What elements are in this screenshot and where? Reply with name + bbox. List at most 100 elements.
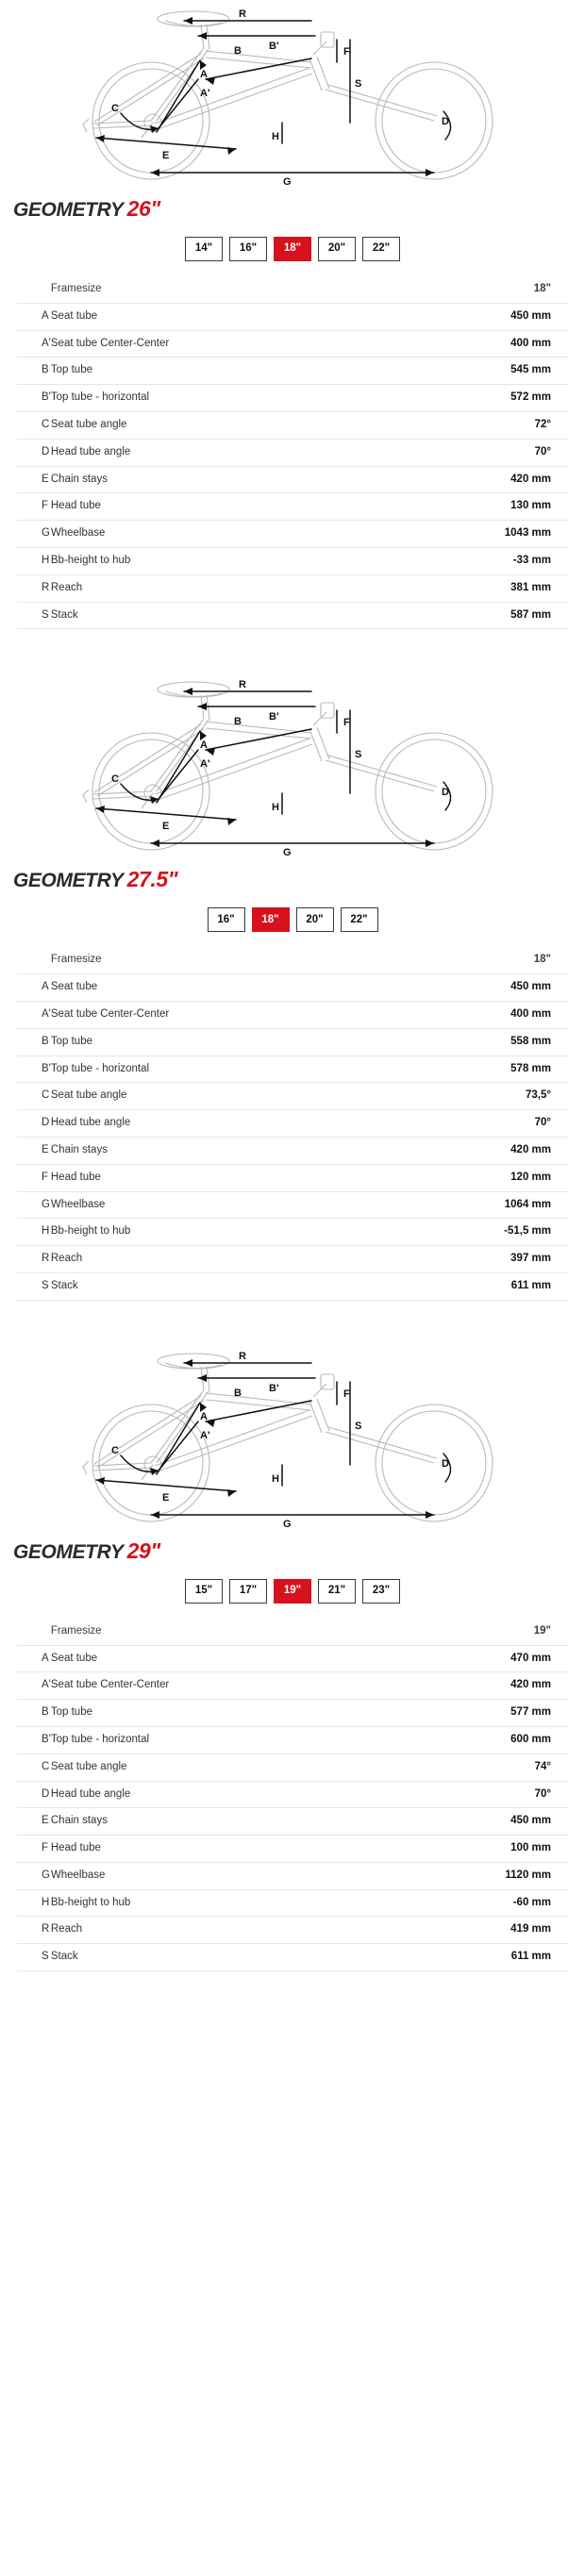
row-value: -60 mm xyxy=(388,1889,568,1918)
row-key: H xyxy=(17,547,51,575)
row-value: 397 mm xyxy=(386,1245,568,1273)
row-value: 450 mm xyxy=(388,1807,568,1836)
geometry-table: Framesize 18" A Seat tube 450 mm A' Seat tube … xyxy=(17,947,568,1301)
row-label: Seat tube xyxy=(50,973,387,1002)
framesize-button[interactable]: 21" xyxy=(318,1578,356,1604)
row-key: R xyxy=(17,1245,51,1273)
framesize-selector: 15" 17" 19" 21" 23" xyxy=(0,1577,585,1619)
row-value: 578 mm xyxy=(386,1055,568,1084)
row-label: Seat tube angle xyxy=(50,1753,389,1782)
table-row: R Reach 381 mm xyxy=(17,574,568,603)
header-label: Framesize xyxy=(50,947,387,975)
row-label: Head tube angle xyxy=(50,439,388,467)
row-label: Seat tube Center-Center xyxy=(50,330,388,358)
row-value: 1064 mm xyxy=(386,1191,568,1220)
diagram-label-H: H xyxy=(272,802,279,813)
row-label: Head tube angle xyxy=(50,1781,389,1809)
framesize-selector: 16" 18" 20" 22" xyxy=(0,906,585,947)
row-value: 611 mm xyxy=(386,1272,568,1301)
row-label: Wheelbase xyxy=(50,1191,387,1220)
framesize-button[interactable]: 22" xyxy=(362,237,400,261)
diagram-label-B-prime: B' xyxy=(269,1383,279,1394)
row-key: C xyxy=(17,411,51,440)
diagram-label-S: S xyxy=(355,749,361,760)
table-row: S Stack 611 mm xyxy=(17,1272,568,1301)
diagram-label-B-prime: B' xyxy=(269,41,279,52)
row-key: B' xyxy=(17,384,51,412)
table-row: B Top tube 545 mm xyxy=(17,357,568,386)
framesize-selector: 14" 16" 18" 20" 22" xyxy=(0,235,585,276)
diagram-label-A-prime: A' xyxy=(200,88,210,99)
table-row: A' Seat tube Center-Center 420 mm xyxy=(17,1671,568,1701)
diagram-label-D: D xyxy=(442,116,449,127)
framesize-button[interactable]: 18" xyxy=(274,237,311,261)
table-row: E Chain stays 450 mm xyxy=(17,1807,568,1836)
table-row: D Head tube angle 70° xyxy=(17,439,568,467)
row-value: 558 mm xyxy=(386,1028,568,1056)
diagram-label-B: B xyxy=(234,1388,242,1399)
framesize-button[interactable]: 23" xyxy=(362,1578,400,1604)
framesize-button[interactable]: 20" xyxy=(318,237,356,261)
header-value: 18" xyxy=(387,276,568,304)
framesize-button[interactable]: 16" xyxy=(229,237,267,261)
table-row: C Seat tube angle 73,5° xyxy=(17,1082,568,1111)
framesize-button[interactable]: 14" xyxy=(185,237,223,261)
row-key: F xyxy=(17,1164,51,1192)
heading-geometry-word: GEOMETRY xyxy=(13,199,124,221)
framesize-button[interactable]: 19" xyxy=(274,1578,311,1604)
row-key: F xyxy=(17,1835,51,1863)
heading-wheel-size: 26" xyxy=(126,196,161,221)
row-key: S xyxy=(17,602,51,630)
table-row: R Reach 419 mm xyxy=(17,1916,568,1945)
table-header-row: Framesize 19" xyxy=(17,1618,568,1646)
framesize-button[interactable]: 22" xyxy=(340,907,378,933)
framesize-button[interactable]: 20" xyxy=(295,907,334,933)
row-value: -33 mm xyxy=(387,547,568,575)
row-key: A xyxy=(17,1645,51,1673)
table-row: D Head tube angle 70° xyxy=(17,1781,568,1809)
diagram-label-A-prime: A' xyxy=(200,758,210,770)
row-key: D xyxy=(17,1109,51,1138)
row-label: Head tube angle xyxy=(50,1109,387,1138)
table-row: B' Top tube - horizontal 600 mm xyxy=(17,1726,568,1754)
row-value: 450 mm xyxy=(387,303,568,331)
row-value: 100 mm xyxy=(388,1835,568,1863)
row-value: 545 mm xyxy=(387,357,568,386)
row-label: Stack xyxy=(50,1272,387,1301)
framesize-button[interactable]: 15" xyxy=(185,1578,223,1604)
table-row: C Seat tube angle 74° xyxy=(17,1753,568,1782)
row-value: 600 mm xyxy=(388,1726,568,1754)
geometry-section: R B' B A A' C D E F H G S GEOMETRY 26" 14… xyxy=(0,0,585,671)
row-label: Reach xyxy=(50,574,388,603)
row-key: C xyxy=(17,1082,51,1111)
row-key: A' xyxy=(17,1671,51,1701)
heading-geometry-word: GEOMETRY xyxy=(13,1540,124,1563)
row-value: 420 mm xyxy=(387,466,568,494)
framesize-button[interactable]: 16" xyxy=(207,907,245,933)
diagram-label-A: A xyxy=(200,69,208,80)
row-label: Bb-height to hub xyxy=(50,1889,389,1918)
framesize-button[interactable]: 17" xyxy=(229,1578,267,1604)
row-label: Seat tube Center-Center xyxy=(50,1671,389,1701)
row-value: 74° xyxy=(388,1753,568,1782)
row-key: B xyxy=(17,1028,51,1056)
row-key: E xyxy=(17,1807,51,1836)
header-key xyxy=(17,276,51,304)
row-value: 70° xyxy=(386,1109,568,1138)
header-value: 19" xyxy=(388,1618,568,1646)
table-row: D Head tube angle 70° xyxy=(17,1109,568,1138)
bike-geometry-diagram: R B' B A A' C D E F H G S xyxy=(0,0,585,189)
row-label: Reach xyxy=(50,1916,389,1945)
row-key: H xyxy=(17,1218,51,1247)
row-value: 130 mm xyxy=(387,492,568,522)
row-key: G xyxy=(17,520,51,548)
table-row: A Seat tube 450 mm xyxy=(17,973,568,1002)
row-label: Seat tube xyxy=(50,1645,389,1673)
row-label: Wheelbase xyxy=(50,1862,389,1890)
heading-geometry-word: GEOMETRY xyxy=(13,870,124,892)
row-value: 381 mm xyxy=(387,574,568,603)
header-key xyxy=(17,947,51,975)
framesize-button[interactable]: 18" xyxy=(251,907,290,933)
section-heading: GEOMETRY 27.5" xyxy=(0,859,585,906)
